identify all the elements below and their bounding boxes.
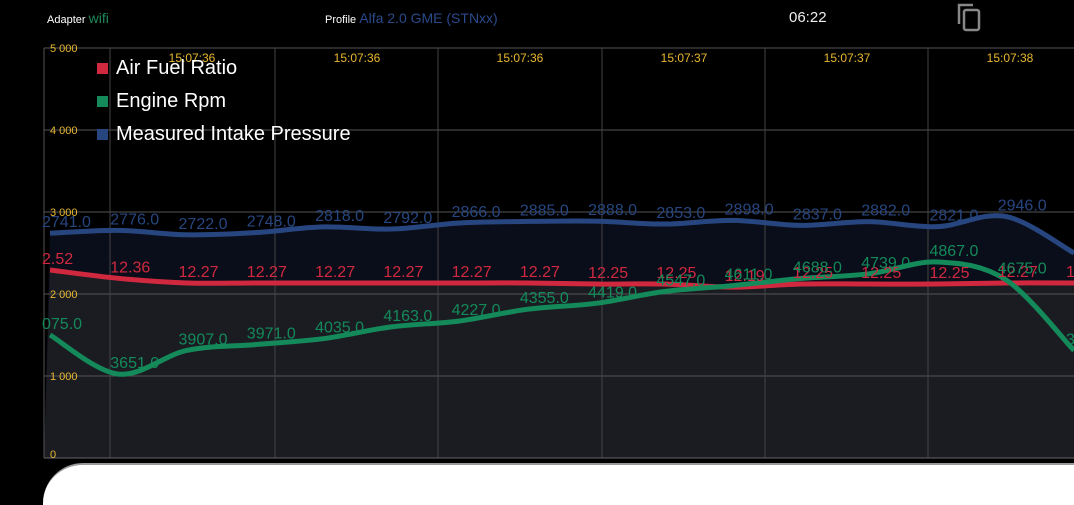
x-tick-label: 15:07:36 <box>497 51 544 65</box>
x-tick-label: 15:07:37 <box>824 51 871 65</box>
y-tick-label: 5 000 <box>50 43 78 55</box>
legend-item-rpm[interactable]: Engine Rpm <box>97 90 226 113</box>
afr-value-label: 12.27 <box>315 264 355 281</box>
legend-swatch <box>97 63 108 74</box>
rpm-value-label: 3971.0 <box>247 326 296 343</box>
rpm-value-label: 4675.0 <box>998 261 1047 278</box>
map-value-label: 2821.0 <box>929 208 978 225</box>
legend-item-map[interactable]: Measured Intake Pressure <box>97 123 351 146</box>
rpm-value-label: 3907.0 <box>179 331 228 348</box>
map-value-label: 2946.0 <box>998 197 1047 214</box>
legend-swatch <box>97 129 108 140</box>
afr-value-label: 12.27 <box>383 264 423 281</box>
afr-value-label: 12.27 <box>247 264 287 281</box>
map-value-label: 2837.0 <box>793 206 842 223</box>
legend-label: Air Fuel Ratio <box>116 57 238 79</box>
afr-value-label: 12.27 <box>179 264 219 281</box>
map-value-label: 2866.0 <box>452 204 501 221</box>
legend-label: Measured Intake Pressure <box>116 123 351 145</box>
map-value-label: 2722.0 <box>179 216 228 233</box>
rpm-value-label: 4739.0 <box>861 255 910 272</box>
map-value-label: 2792.0 <box>383 210 432 227</box>
map-value-label: 2882.0 <box>861 203 910 220</box>
y-tick-label: 0 <box>50 449 56 461</box>
rpm-value-label: 4163.0 <box>383 308 432 325</box>
rpm-value-label: 4419.0 <box>588 284 637 301</box>
legend-swatch <box>97 96 108 107</box>
rpm-value-label: 4867.0 <box>929 243 978 260</box>
rpm-value-label: 4355.0 <box>520 290 569 307</box>
y-tick-label: 4 000 <box>50 125 78 137</box>
x-tick-label: 15:07:36 <box>334 51 381 65</box>
afr-value-label: 2.52 <box>42 251 73 268</box>
afr-value-label: 12.25 <box>929 265 969 282</box>
legend-item-afr[interactable]: Air Fuel Ratio <box>97 57 237 80</box>
afr-value-label: 12.27 <box>1066 264 1074 281</box>
y-tick-label: 3 000 <box>50 207 78 219</box>
afr-value-label: 12.25 <box>588 265 628 282</box>
map-value-label: 2748.0 <box>247 214 296 231</box>
map-value-label: 2885.0 <box>520 202 569 219</box>
rpm-value-label: 4035.0 <box>315 320 364 337</box>
map-value-label: 2818.0 <box>315 208 364 225</box>
rpm-value-label: 4227.0 <box>452 302 501 319</box>
rpm-value-label: 4688.0 <box>793 259 842 276</box>
map-value-label: 2898.0 <box>725 201 774 218</box>
x-tick-label: 15:07:38 <box>987 51 1034 65</box>
legend-label: Engine Rpm <box>116 90 227 112</box>
bottom-sheet[interactable] <box>43 463 1074 505</box>
map-value-label: 2853.0 <box>656 205 705 222</box>
afr-value-label: 12.36 <box>110 259 150 276</box>
rpm-value-label: 3907.0 <box>1066 331 1074 348</box>
rpm-value-label: 4547.0 <box>656 272 705 289</box>
afr-value-label: 12.27 <box>452 264 492 281</box>
y-tick-label: 2 000 <box>50 289 78 301</box>
rpm-value-label: 075.0 <box>42 316 82 333</box>
afr-value-label: 12.27 <box>520 264 560 281</box>
map-value-label: 2888.0 <box>588 202 637 219</box>
y-tick-label: 1 000 <box>50 371 78 383</box>
rpm-value-label: 4611.0 <box>725 267 773 284</box>
x-tick-label: 15:07:37 <box>661 51 708 65</box>
map-value-label: 2776.0 <box>110 211 159 228</box>
rpm-value-label: 3651.0 <box>110 355 159 372</box>
